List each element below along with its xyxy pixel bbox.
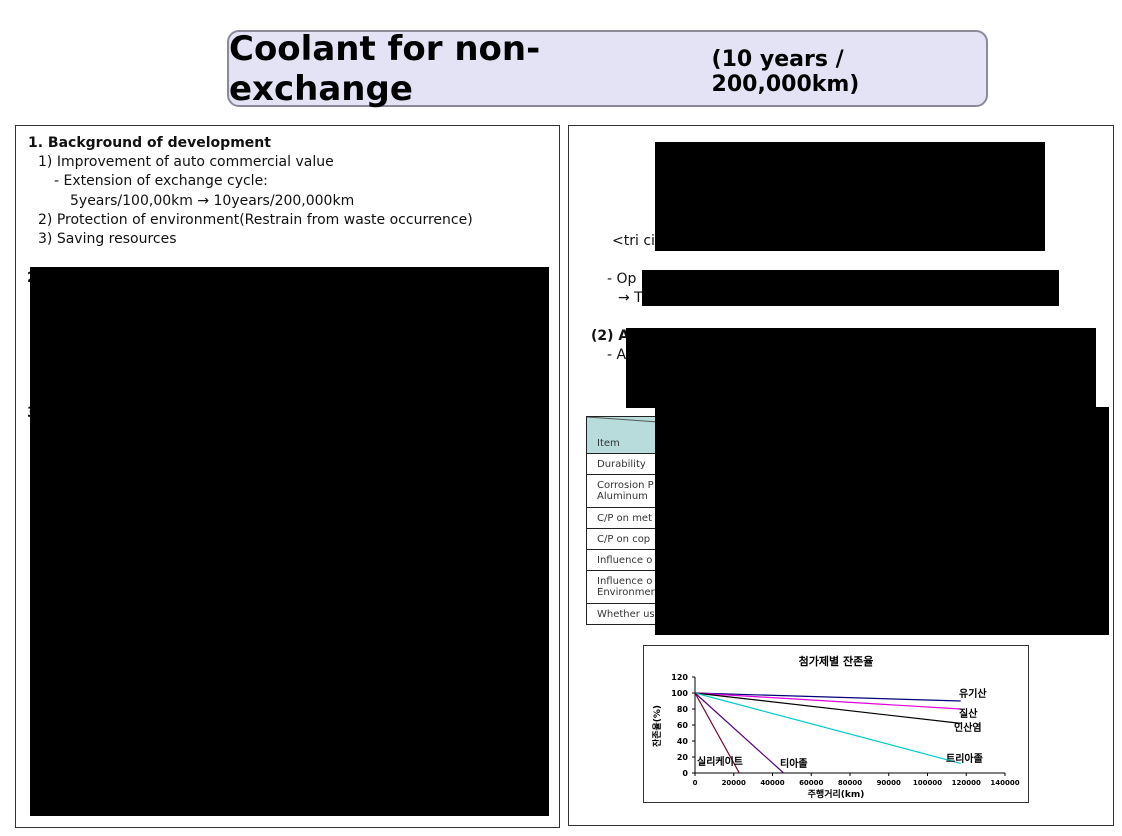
list-item: 5years/100,00km → 10years/200,000km bbox=[70, 193, 355, 209]
chart-container: 첨가제별 잔존율 0 20 40 60 80 100 120 0 20000 40000 60000 8… bbox=[643, 645, 1029, 803]
redacted-block bbox=[642, 270, 1059, 306]
list-item: 2) Protection of environment(Restrain fr… bbox=[38, 212, 473, 228]
title-sub: (10 years / 200,000km) bbox=[711, 46, 860, 97]
y-tick-label: 120 bbox=[671, 673, 688, 682]
title-main: Coolant for non-exchange bbox=[229, 28, 541, 109]
y-tick-label: 100 bbox=[671, 689, 688, 698]
residual-rate-chart: 첨가제별 잔존율 0 20 40 60 80 100 120 0 20000 40000 60000 8… bbox=[651, 654, 1020, 800]
list-item: 3) Saving resources bbox=[38, 231, 177, 247]
x-tick-label: 60000 bbox=[799, 779, 823, 787]
text-fragment: - Op bbox=[607, 271, 637, 287]
list-item: - Extension of exchange cycle: bbox=[54, 173, 268, 189]
series-label: 인산염 bbox=[954, 721, 982, 734]
text-fragment: (2) A bbox=[591, 328, 630, 344]
series-label: 트리아졸 bbox=[946, 752, 983, 765]
x-tick-label: 100000 bbox=[913, 779, 942, 787]
table-cell: Item bbox=[597, 438, 620, 449]
x-tick-label: 20000 bbox=[722, 779, 746, 787]
x-tick-label: 0 bbox=[693, 779, 698, 787]
text-fragment: <tri ci bbox=[612, 233, 655, 249]
x-tick-label: 140000 bbox=[990, 779, 1019, 787]
table-cell-line: Environmen bbox=[597, 587, 657, 598]
y-tick-label: 40 bbox=[677, 737, 689, 746]
series-label: 질산 bbox=[959, 707, 978, 720]
title-banner: Coolant for non-exchange (10 years / 200… bbox=[227, 28, 988, 109]
redacted-block bbox=[655, 142, 1045, 251]
x-tick-label: 90000 bbox=[877, 779, 901, 787]
section-heading: 1. Background of development bbox=[28, 135, 271, 151]
x-tick-label: 40000 bbox=[760, 779, 784, 787]
list-item: 1) Improvement of auto commercial value bbox=[38, 154, 334, 170]
series-label: 유기산 bbox=[959, 687, 987, 700]
redacted-block bbox=[655, 407, 1109, 635]
series-label: 실리케이트 bbox=[697, 755, 743, 768]
text-fragment: → T bbox=[618, 290, 643, 306]
x-tick-label: 80000 bbox=[838, 779, 862, 787]
y-tick-label: 0 bbox=[682, 769, 688, 778]
y-tick-label: 80 bbox=[677, 705, 689, 714]
table-cell-line: Influence o bbox=[597, 576, 653, 587]
series-label: 티아졸 bbox=[780, 757, 808, 770]
table-cell-line: Corrosion P bbox=[597, 480, 654, 491]
redacted-block bbox=[30, 267, 549, 816]
chart-title: 첨가제별 잔존율 bbox=[799, 654, 874, 668]
y-tick-label: 20 bbox=[677, 753, 689, 762]
table-cell-line: Aluminum bbox=[597, 491, 648, 502]
redacted-block bbox=[626, 328, 1096, 408]
y-axis-label: 잔존율(%) bbox=[651, 705, 663, 747]
x-tick-label: 120000 bbox=[952, 779, 981, 787]
y-tick-label: 60 bbox=[677, 721, 689, 730]
series-line-2 bbox=[694, 692, 961, 710]
text-fragment: - A bbox=[607, 347, 627, 363]
x-axis-label: 주행거리(km) bbox=[808, 788, 865, 800]
